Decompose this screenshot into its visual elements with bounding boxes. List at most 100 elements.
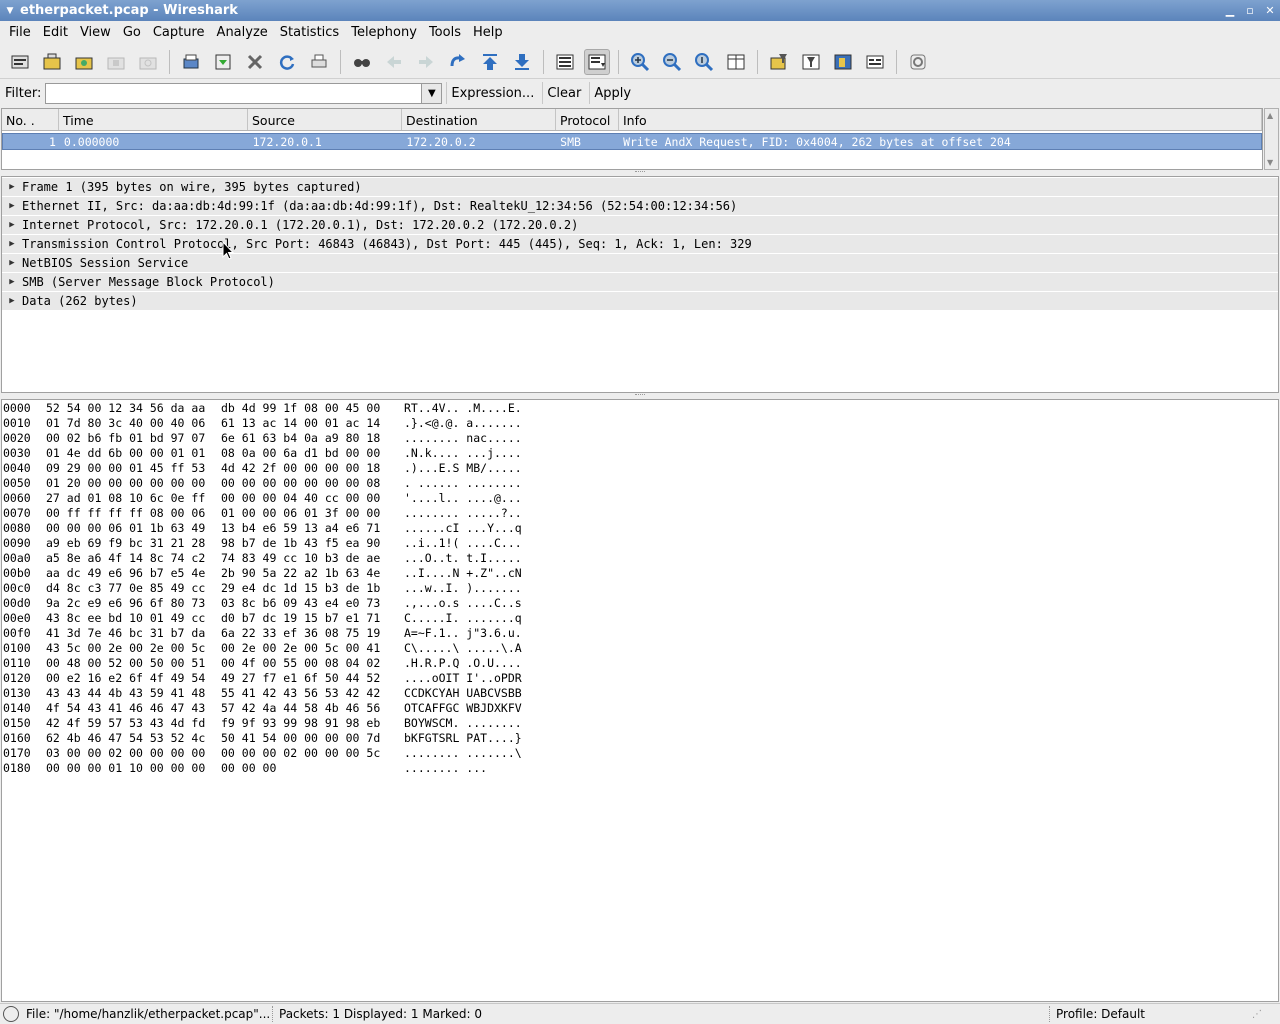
tree-item-data[interactable]: ▶ Data (262 bytes) [2, 292, 1278, 310]
tree-item-frame[interactable]: ▶ Frame 1 (395 bytes on wire, 395 bytes c… [2, 178, 1278, 196]
status-profile[interactable]: Profile: Default [1052, 1007, 1252, 1021]
hex-row[interactable]: 0050 01 20 00 00 00 00 00 00 00 00 00 00 0… [2, 476, 1278, 491]
hex-row[interactable]: 0180 00 00 00 01 10 00 00 00 00 00 00.....… [2, 761, 1278, 776]
column-header-time[interactable]: Time [59, 109, 248, 130]
packet-row[interactable]: 1 0.000000 172.20.0.1 172.20.0.2 SMB Wri… [2, 133, 1262, 150]
hex-row[interactable]: 00d0 9a 2c e9 e6 96 6f 80 73 03 8c b6 09 4… [2, 596, 1278, 611]
go-first-button[interactable] [477, 49, 503, 75]
clear-button[interactable]: Clear [542, 82, 585, 104]
hex-row[interactable]: 0010 01 7d 80 3c 40 00 40 06 61 13 ac 14 0… [2, 416, 1278, 431]
hex-row[interactable]: 0120 00 e2 16 e2 6f 4f 49 54 49 27 f7 e1 6… [2, 671, 1278, 686]
hex-row[interactable]: 00a0 a5 8e a6 4f 14 8c 74 c2 74 83 49 cc 1… [2, 551, 1278, 566]
capture-options-button[interactable] [39, 49, 65, 75]
column-header-protocol[interactable]: Protocol [556, 109, 619, 130]
stop-capture-button[interactable] [103, 49, 129, 75]
tree-item-netbios[interactable]: ▶ NetBIOS Session Service [2, 254, 1278, 272]
menu-capture[interactable]: Capture [147, 25, 211, 40]
zoom-out-button[interactable] [659, 49, 685, 75]
packet-list-scrollbar[interactable]: ▲ ▼ [1264, 108, 1279, 170]
scroll-down-icon[interactable]: ▼ [1267, 158, 1273, 167]
maximize-button[interactable]: ▫ [1240, 4, 1260, 17]
menu-edit[interactable]: Edit [37, 25, 74, 40]
close-button[interactable]: ✕ [1260, 4, 1280, 17]
save-file-button[interactable] [210, 49, 236, 75]
column-header-no[interactable]: No. . [2, 109, 59, 130]
expand-arrow-icon[interactable]: ▶ [2, 220, 22, 230]
hex-row[interactable]: 00f0 41 3d 7e 46 bc 31 b7 da 6a 22 33 ef 3… [2, 626, 1278, 641]
hex-row[interactable]: 0000 52 54 00 12 34 56 da aa db 4d 99 1f 0… [2, 401, 1278, 416]
hex-row[interactable]: 0060 27 ad 01 08 10 6c 0e ff 00 00 00 04 4… [2, 491, 1278, 506]
menu-analyze[interactable]: Analyze [211, 25, 274, 40]
go-back-button[interactable] [381, 49, 407, 75]
expand-arrow-icon[interactable]: ▶ [2, 258, 22, 268]
help-button[interactable] [905, 49, 931, 75]
column-header-destination[interactable]: Destination [402, 109, 556, 130]
scroll-up-icon[interactable]: ▲ [1267, 111, 1273, 120]
preferences-button[interactable] [862, 49, 888, 75]
apply-button[interactable]: Apply [589, 82, 635, 104]
hex-row[interactable]: 0090 a9 eb 69 f9 bc 31 21 28 98 b7 de 1b 4… [2, 536, 1278, 551]
resize-grip-icon[interactable]: ⋰ [1252, 1009, 1262, 1020]
expand-arrow-icon[interactable]: ▶ [2, 277, 22, 287]
menu-file[interactable]: File [3, 25, 37, 40]
restart-capture-button[interactable] [135, 49, 161, 75]
hex-row[interactable]: 00c0 d4 8c c3 77 0e 85 49 cc 29 e4 dc 1d 1… [2, 581, 1278, 596]
normal-size-button[interactable] [691, 49, 717, 75]
hex-row[interactable]: 0110 00 48 00 52 00 50 00 51 00 4f 00 55 0… [2, 656, 1278, 671]
find-packet-button[interactable] [349, 49, 375, 75]
pane-splitter[interactable] [0, 394, 1280, 398]
auto-scroll-button[interactable] [584, 48, 610, 75]
coloring-rules-button[interactable] [830, 49, 856, 75]
minimize-button[interactable]: ▁ [1220, 4, 1240, 17]
hex-row[interactable]: 00e0 43 8c ee bd 10 01 49 cc d0 b7 dc 19 1… [2, 611, 1278, 626]
expand-arrow-icon[interactable]: ▶ [2, 182, 22, 192]
tree-item-smb[interactable]: ▶ SMB (Server Message Block Protocol) [2, 273, 1278, 291]
menu-statistics[interactable]: Statistics [274, 25, 345, 40]
go-last-button[interactable] [509, 49, 535, 75]
start-capture-button[interactable] [71, 49, 97, 75]
expand-arrow-icon[interactable]: ▶ [2, 239, 22, 249]
expand-arrow-icon[interactable]: ▶ [2, 296, 22, 306]
expand-arrow-icon[interactable]: ▶ [2, 201, 22, 211]
menu-view[interactable]: View [74, 25, 117, 40]
close-file-button[interactable] [242, 49, 268, 75]
hex-row[interactable]: 0030 01 4e dd 6b 00 00 01 01 08 0a 00 6a d… [2, 446, 1278, 461]
menu-tools[interactable]: Tools [423, 25, 467, 40]
interface-list-button[interactable] [7, 49, 33, 75]
colorize-button[interactable] [552, 49, 578, 75]
window-menu-icon[interactable]: ▼ [0, 6, 20, 16]
zoom-in-button[interactable] [627, 49, 653, 75]
hex-row[interactable]: 0020 00 02 b6 fb 01 bd 97 07 6e 61 63 b4 0… [2, 431, 1278, 446]
menu-telephony[interactable]: Telephony [345, 25, 423, 40]
capture-filters-button[interactable] [766, 49, 792, 75]
expert-info-icon[interactable] [3, 1006, 19, 1022]
filter-dropdown-button[interactable]: ▼ [422, 82, 443, 104]
hex-row[interactable]: 0040 09 29 00 00 01 45 ff 53 4d 42 2f 00 0… [2, 461, 1278, 476]
display-filters-button[interactable] [798, 49, 824, 75]
menu-go[interactable]: Go [117, 25, 147, 40]
tree-item-ip[interactable]: ▶ Internet Protocol, Src: 172.20.0.1 (172… [2, 216, 1278, 234]
expression-button[interactable]: Expression... [446, 82, 538, 104]
menu-help[interactable]: Help [467, 25, 509, 40]
column-header-source[interactable]: Source [248, 109, 402, 130]
go-to-packet-button[interactable] [445, 49, 471, 75]
hex-row[interactable]: 0080 00 00 00 06 01 1b 63 49 13 b4 e6 59 1… [2, 521, 1278, 536]
tree-item-tcp[interactable]: ▶ Transmission Control Protocol, Src Port… [2, 235, 1278, 253]
print-button[interactable] [306, 49, 332, 75]
reload-button[interactable] [274, 49, 300, 75]
open-file-button[interactable] [178, 49, 204, 75]
hex-row[interactable]: 0070 00 ff ff ff ff 08 00 06 01 00 00 06 0… [2, 506, 1278, 521]
hex-row[interactable]: 0150 42 4f 59 57 53 43 4d fd f9 9f 93 99 9… [2, 716, 1278, 731]
hex-row[interactable]: 0140 4f 54 43 41 46 46 47 43 57 42 4a 44 5… [2, 701, 1278, 716]
hex-row[interactable]: 0170 03 00 00 02 00 00 00 00 00 00 00 02 0… [2, 746, 1278, 761]
hex-row[interactable]: 00b0 aa dc 49 e6 96 b7 e5 4e 2b 90 5a 22 a… [2, 566, 1278, 581]
pane-splitter[interactable] [0, 171, 1280, 175]
filter-input[interactable] [45, 82, 423, 104]
column-header-info[interactable]: Info [619, 109, 1262, 130]
go-forward-button[interactable] [413, 49, 439, 75]
hex-row[interactable]: 0130 43 43 44 4b 43 59 41 48 55 41 42 43 5… [2, 686, 1278, 701]
resize-columns-button[interactable] [723, 49, 749, 75]
hex-row[interactable]: 0160 62 4b 46 47 54 53 52 4c 50 41 54 00 0… [2, 731, 1278, 746]
tree-item-ethernet[interactable]: ▶ Ethernet II, Src: da:aa:db:4d:99:1f (da… [2, 197, 1278, 215]
hex-row[interactable]: 0100 43 5c 00 2e 00 2e 00 5c 00 2e 00 2e 0… [2, 641, 1278, 656]
